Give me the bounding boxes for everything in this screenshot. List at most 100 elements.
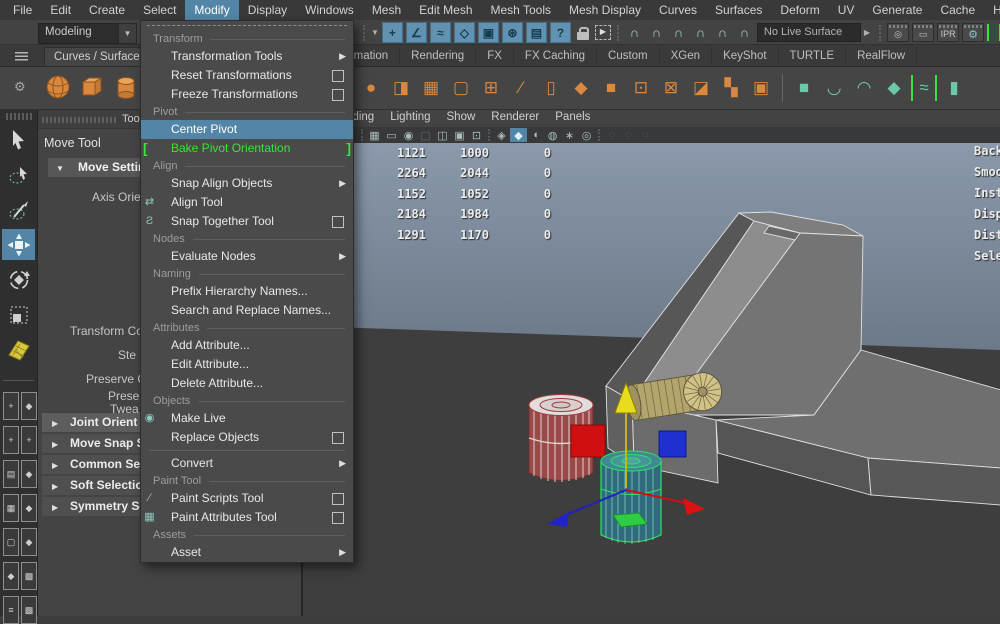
menubar-item-mesh-display[interactable]: Mesh Display	[560, 0, 650, 20]
viewport-toolbar-icon[interactable]: ◌	[637, 128, 654, 142]
render-frame-icon[interactable]: ▭	[912, 23, 934, 42]
viewport-toolbar-icon[interactable]: ▭	[383, 128, 400, 142]
status-overflow-arrow[interactable]: ▶	[864, 28, 870, 37]
menu-item-freeze-transformations[interactable]: Freeze Transformations	[141, 85, 353, 104]
shelf-icon[interactable]: ▣	[748, 75, 774, 101]
viewport-toolbar-icon[interactable]: ◎	[578, 128, 595, 142]
quick-layout-button[interactable]: +	[3, 426, 19, 454]
menu-set-dropdown-arrow[interactable]: ▼	[118, 23, 137, 44]
quick-layout-button[interactable]: ▩	[21, 562, 37, 590]
viewport-menu-renderer[interactable]: Renderer	[491, 111, 539, 123]
shelf-tab-rendering[interactable]: Rendering	[400, 47, 476, 65]
quick-layout-button[interactable]: ◆	[21, 460, 37, 488]
menu-item-make-live[interactable]: ◉Make Live	[141, 409, 353, 428]
shelf-icon[interactable]: ▯	[538, 75, 564, 101]
viewport-toolbar-icon[interactable]: ⊡	[468, 128, 485, 142]
menubar-item-help[interactable]: Help	[984, 0, 1000, 20]
menu-item-transformation-tools[interactable]: Transformation Tools▶	[141, 47, 353, 66]
viewport-menu-show[interactable]: Show	[447, 111, 476, 123]
shelf-icon[interactable]: ⊞	[478, 75, 504, 101]
viewport-toolbar-icon[interactable]: ◉	[400, 128, 417, 142]
shelf-icon[interactable]: ▢	[448, 75, 474, 101]
menubar-item-uv[interactable]: UV	[829, 0, 864, 20]
shelf-tab-turtle[interactable]: TURTLE	[779, 47, 847, 65]
shelf-icon[interactable]: ∕	[508, 75, 534, 101]
shelf-icon[interactable]: ▚	[718, 75, 744, 101]
toolbox-drag-handle[interactable]	[6, 113, 32, 120]
shelf-icon[interactable]: ◠	[851, 75, 877, 101]
shelf-icon[interactable]: ≈	[911, 75, 937, 101]
selection-mask-icon[interactable]: ⊛	[502, 22, 523, 43]
menubar-item-deform[interactable]: Deform	[771, 0, 828, 20]
menu-item-asset[interactable]: Asset▶	[141, 543, 353, 562]
option-box[interactable]	[332, 216, 344, 228]
viewport-menu-lighting[interactable]: Lighting	[390, 111, 430, 123]
menu-item-delete-attribute[interactable]: Delete Attribute...	[141, 374, 353, 393]
menubar-item-mesh-tools[interactable]: Mesh Tools	[482, 0, 560, 20]
viewport-toolbar-icon[interactable]: ◫	[434, 128, 451, 142]
menubar-item-curves[interactable]: Curves	[650, 0, 706, 20]
shelf-tab-keyshot[interactable]: KeyShot	[712, 47, 778, 65]
viewport-toolbar-icon[interactable]: ◌	[620, 128, 637, 142]
menubar-item-edit[interactable]: Edit	[41, 0, 80, 20]
quick-layout-button[interactable]: ▦	[3, 494, 19, 522]
shelf-icon[interactable]: ■	[598, 75, 624, 101]
option-box[interactable]	[332, 432, 344, 444]
snap-icon[interactable]: ∩	[713, 25, 732, 40]
menubar-item-windows[interactable]: Windows	[296, 0, 363, 20]
menubar-item-mesh[interactable]: Mesh	[363, 0, 410, 20]
quick-layout-button[interactable]: +	[21, 426, 37, 454]
selection-mask-icon[interactable]: ∠	[406, 22, 427, 43]
menubar-item-generate[interactable]: Generate	[863, 0, 931, 20]
selection-mask-icon[interactable]: ▤	[526, 22, 547, 43]
snap-icon[interactable]: ∩	[735, 25, 754, 40]
highlight-selection-icon[interactable]: ▶	[595, 25, 611, 40]
panel-drag-handle[interactable]	[42, 117, 118, 123]
menubar-item-cache[interactable]: Cache	[931, 0, 984, 20]
menubar-item-surfaces[interactable]: Surfaces	[706, 0, 771, 20]
lasso-select-tool[interactable]	[2, 159, 35, 190]
menu-item-prefix-hierarchy-names[interactable]: Prefix Hierarchy Names...	[141, 282, 353, 301]
select-tool[interactable]	[2, 124, 35, 155]
viewport-panel[interactable]: ShadingLightingShowRendererPanels ◭+≈▦▭◉…	[302, 110, 1000, 616]
menu-item-snap-align-objects[interactable]: Snap Align Objects▶	[141, 174, 353, 193]
menubar-item-file[interactable]: File	[4, 0, 41, 20]
shelf-icon[interactable]: ●	[358, 75, 384, 101]
shelf-tab-custom[interactable]: Custom	[597, 47, 660, 65]
rotate-tool[interactable]	[2, 264, 35, 295]
quick-layout-button[interactable]: ◆	[21, 392, 37, 420]
render-settings-icon[interactable]: ⚙	[962, 23, 984, 42]
menu-item-search-and-replace-names[interactable]: Search and Replace Names...	[141, 301, 353, 320]
nurbs-cylinder-icon[interactable]	[112, 73, 140, 101]
menu-item-evaluate-nodes[interactable]: Evaluate Nodes▶	[141, 247, 353, 266]
viewport-toolbar-icon[interactable]: ◆	[510, 128, 527, 142]
shelf-gear-icon[interactable]: ⚙	[14, 79, 26, 95]
render-view-icon[interactable]: ◎	[887, 23, 909, 42]
shelf-tab-xgen[interactable]: XGen	[660, 47, 712, 65]
menu-item-align-tool[interactable]: ⇄Align Tool	[141, 193, 353, 212]
quick-layout-button[interactable]: ≡	[3, 596, 19, 624]
menu-item-reset-transformations[interactable]: Reset Transformations	[141, 66, 353, 85]
menubar-item-display[interactable]: Display	[239, 0, 296, 20]
snap-icon[interactable]: ∩	[625, 25, 644, 40]
sidebar-toggle-icon[interactable]	[987, 24, 1000, 41]
viewport-toolbar-icon[interactable]: ▦	[366, 128, 383, 142]
shelf-icon[interactable]: ⊠	[658, 75, 684, 101]
menu-item-replace-objects[interactable]: Replace Objects	[141, 428, 353, 447]
snap-icon[interactable]: ∩	[647, 25, 666, 40]
viewport-toolbar-icon[interactable]: ∗	[561, 128, 578, 142]
viewport-toolbar-icon[interactable]: ◈	[493, 128, 510, 142]
viewport-toolbar-icon[interactable]: ◌	[603, 128, 620, 142]
viewport-menu-panels[interactable]: Panels	[555, 111, 590, 123]
selection-mask-icon[interactable]: ≈	[430, 22, 451, 43]
paint-select-tool[interactable]	[2, 194, 35, 225]
option-box[interactable]	[332, 89, 344, 101]
selection-mask-icon[interactable]: ?	[550, 22, 571, 43]
shelf-icon[interactable]: ⊡	[628, 75, 654, 101]
snap-icon[interactable]: ∩	[691, 25, 710, 40]
viewport-toolbar-icon[interactable]: ▣	[451, 128, 468, 142]
shelf-menu-icon[interactable]	[15, 52, 28, 61]
shelf-icon[interactable]: ▮	[941, 75, 967, 101]
selection-mask-icon[interactable]: ▣	[478, 22, 499, 43]
quick-layout-button[interactable]: ◆	[21, 494, 37, 522]
